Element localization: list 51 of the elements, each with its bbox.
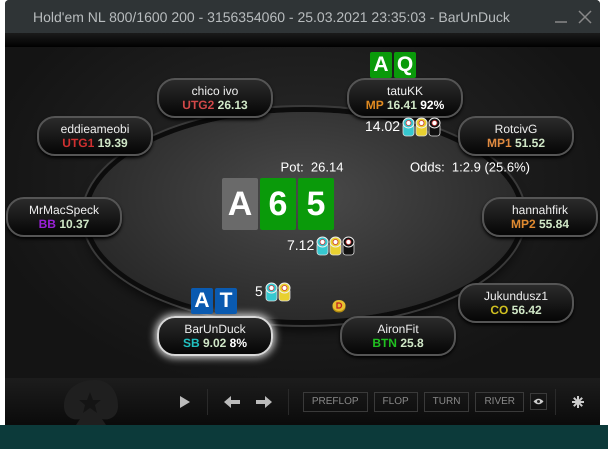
hole-card: A [191,288,213,314]
player-seat[interactable]: hannahfirk MP2 55.84 [482,197,598,237]
street-button[interactable]: PREFLOP [302,392,368,412]
bet-amount: 14.02 [365,118,400,134]
board-card: A [222,178,258,230]
player-stats: UTG2 26.13 [182,98,248,112]
player-name: chico ivo [192,84,238,98]
player-seat[interactable]: eddieameobi UTG1 19.39 [37,116,153,156]
player-seat[interactable]: AironFit BTN 25.8 [340,316,456,356]
eye-icon [533,398,544,405]
hole-card: A [370,52,392,78]
player-stats: CO 56.42 [490,303,542,317]
back-arrow-icon[interactable] [222,394,242,410]
player-stats: SB 9.02 8% [182,336,248,350]
eye-button[interactable] [530,393,547,410]
player-seat[interactable]: BarUnDuck SB 9.02 8% [157,316,273,356]
street-button[interactable]: RIVER [475,392,524,412]
player-seat[interactable]: tatuKK MP 16.41 92% [347,78,463,118]
pot-label: Pot: 26.14 [280,160,344,174]
board-card: 6 [260,178,296,230]
board-card: 5 [298,178,334,230]
dealer-button-icon [332,299,346,313]
bet-amount: 5 [255,283,263,299]
player-stats: MP2 55.84 [510,217,570,231]
bet-amount: 7.12 [287,237,314,253]
street-button[interactable]: TURN [424,392,470,412]
street-button[interactable]: FLOP [374,392,418,412]
player-stats: MP 16.41 92% [366,98,444,112]
forward-arrow-icon[interactable] [254,394,274,410]
player-stats: BTN 25.8 [372,336,424,350]
player-seat[interactable]: chico ivo UTG2 26.13 [157,78,273,118]
odds-label: Odds: 1:2.9 (25.6%) [410,160,530,174]
window-title: Hold'em NL 800/1600 200 - 3156354060 - 25.03.2021 23:35:03 - BarUnDuck [33,8,511,24]
player-name: eddieameobi [60,122,130,136]
hole-card: Q [394,52,416,78]
player-name: BarUnDuck [184,322,246,336]
player-name: MrMacSpeck [28,203,99,217]
player-stats: MP1 51.52 [486,136,546,150]
player-stats: BB 10.37 [38,217,90,231]
player-name: hannahfirk [512,203,568,217]
hole-card: T [215,288,237,314]
settings-icon[interactable] [570,394,586,410]
player-name: AironFit [377,322,419,336]
player-seat[interactable]: RotcivG MP1 51.52 [458,116,574,156]
player-seat[interactable]: MrMacSpeck BB 10.37 [6,197,122,237]
player-name: Jukundusz1 [484,289,548,303]
player-name: tatuKK [386,84,424,98]
player-seat[interactable]: Jukundusz1 CO 56.42 [458,283,574,323]
close-icon[interactable] [578,10,592,24]
player-name: RotcivG [494,122,538,136]
player-stats: UTG1 19.39 [62,136,128,150]
